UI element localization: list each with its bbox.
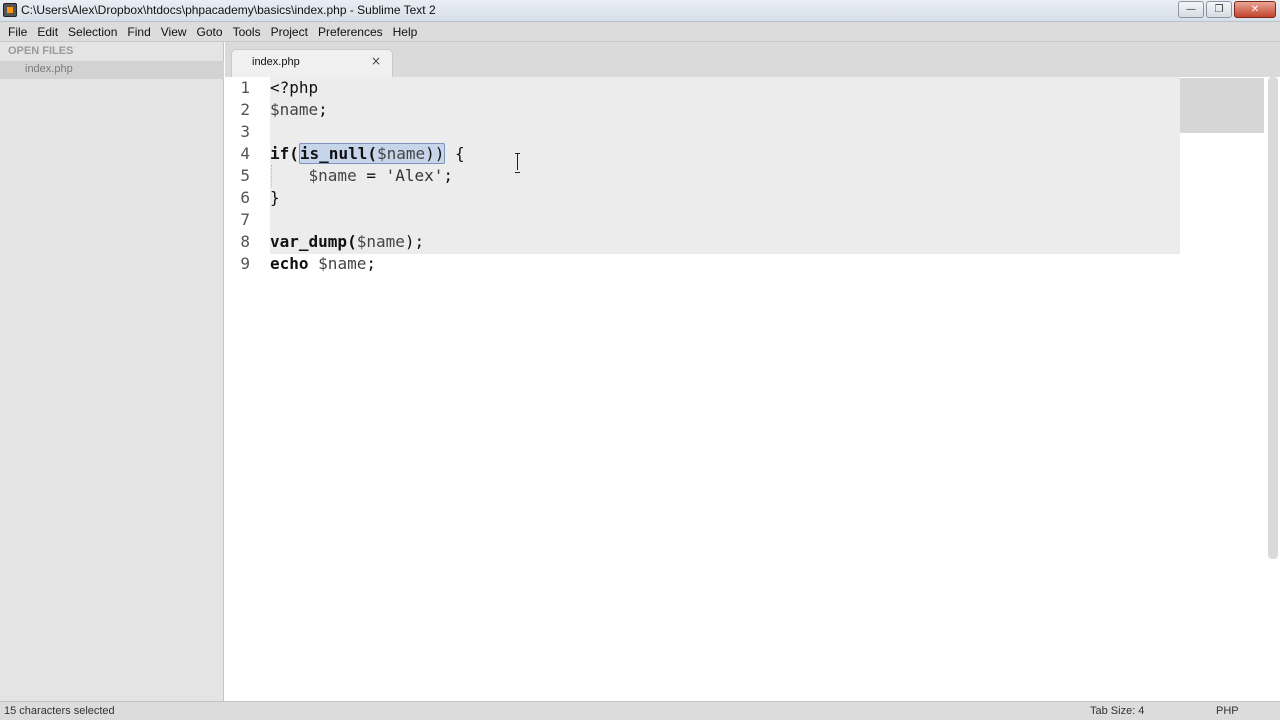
sidebar-file-index-php[interactable]: index.php xyxy=(0,61,224,79)
line-number: 2 xyxy=(240,100,250,119)
text-cursor-icon xyxy=(515,153,521,173)
tab-label: index.php xyxy=(252,56,300,68)
operator-token: = xyxy=(356,166,386,185)
tab-close-icon[interactable]: × xyxy=(371,54,381,68)
minimize-icon[interactable]: — xyxy=(1178,1,1204,18)
menu-selection[interactable]: Selection xyxy=(63,25,122,39)
variable-token: $name xyxy=(318,254,367,273)
text-selection[interactable]: is_null($name)) xyxy=(298,143,446,164)
open-files-header: OPEN FILES xyxy=(8,45,74,57)
code-line[interactable]: if(is_null($name)) { xyxy=(270,143,465,165)
line-number: 8 xyxy=(240,232,250,251)
punctuation-token: ; xyxy=(366,254,376,273)
function-token: var_dump( xyxy=(270,232,357,251)
sublime-app-icon[interactable] xyxy=(3,3,17,17)
punctuation-token: } xyxy=(270,188,280,207)
window-title: C:\Users\Alex\Dropbox\htdocs\phpacademy\… xyxy=(21,3,436,17)
line-number: 7 xyxy=(240,210,250,229)
string-token: 'Alex' xyxy=(385,166,444,185)
title-bar: C:\Users\Alex\Dropbox\htdocs\phpacademy\… xyxy=(0,0,1280,22)
tab-index-php[interactable]: index.php × xyxy=(231,49,393,77)
code-line[interactable]: $name = 'Alex'; xyxy=(270,165,454,187)
keyword-token: echo xyxy=(270,254,309,273)
punctuation-token: { xyxy=(445,144,465,163)
maximize-icon[interactable]: ❐ xyxy=(1206,1,1232,18)
variable-token: $name xyxy=(356,232,405,251)
line-number: 5 xyxy=(240,166,250,185)
selection-status: 15 characters selected xyxy=(4,705,115,717)
vertical-scrollbar[interactable] xyxy=(1268,77,1278,559)
code-line[interactable]: $name; xyxy=(270,99,328,121)
indentation xyxy=(270,166,309,185)
punctuation-token: ); xyxy=(404,232,425,251)
sidebar-file-label: index.php xyxy=(25,63,73,75)
menu-preferences[interactable]: Preferences xyxy=(313,25,388,39)
line-number: 9 xyxy=(240,254,250,273)
code-line[interactable]: <?php xyxy=(270,77,318,99)
tab-size-status[interactable]: Tab Size: 4 xyxy=(1090,705,1144,717)
tab-bar: index.php × xyxy=(225,42,1280,77)
variable-token: $name xyxy=(376,144,426,163)
line-number: 1 xyxy=(240,78,250,97)
menu-tools[interactable]: Tools xyxy=(228,25,266,39)
status-bar: 15 characters selected Tab Size: 4 PHP xyxy=(0,701,1280,720)
menu-help[interactable]: Help xyxy=(388,25,423,39)
punctuation-token: ; xyxy=(318,100,328,119)
code-line[interactable]: echo $name; xyxy=(270,253,376,275)
menu-file[interactable]: File xyxy=(3,25,32,39)
punctuation-token: ; xyxy=(443,166,454,185)
line-number: 3 xyxy=(240,122,250,141)
syntax-status[interactable]: PHP xyxy=(1216,705,1239,717)
close-window-icon[interactable]: ✕ xyxy=(1234,1,1276,18)
line-number: 6 xyxy=(240,188,250,207)
variable-token: $name xyxy=(270,100,319,119)
function-token: is_null( xyxy=(299,144,377,163)
menu-project[interactable]: Project xyxy=(266,25,313,39)
menu-goto[interactable]: Goto xyxy=(192,25,228,39)
code-line[interactable]: } xyxy=(270,187,280,209)
variable-token: $name xyxy=(308,166,357,185)
punctuation-token: )) xyxy=(425,144,445,163)
menu-bar: File Edit Selection Find View Goto Tools… xyxy=(0,22,1280,42)
code-editor[interactable]: 1 2 3 4 5 6 7 8 9 <?php $name; if(is_nul… xyxy=(225,77,1280,701)
menu-view[interactable]: View xyxy=(156,25,192,39)
minimap-viewport[interactable] xyxy=(1180,78,1264,133)
sidebar: OPEN FILES index.php xyxy=(0,42,224,701)
line-number: 4 xyxy=(240,144,250,163)
php-open-tag: <?php xyxy=(270,78,319,97)
menu-edit[interactable]: Edit xyxy=(32,25,63,39)
keyword-token: if( xyxy=(270,144,299,163)
code-line[interactable]: var_dump($name); xyxy=(270,231,424,253)
menu-find[interactable]: Find xyxy=(122,25,155,39)
window-controls: — ❐ ✕ xyxy=(1178,1,1276,18)
